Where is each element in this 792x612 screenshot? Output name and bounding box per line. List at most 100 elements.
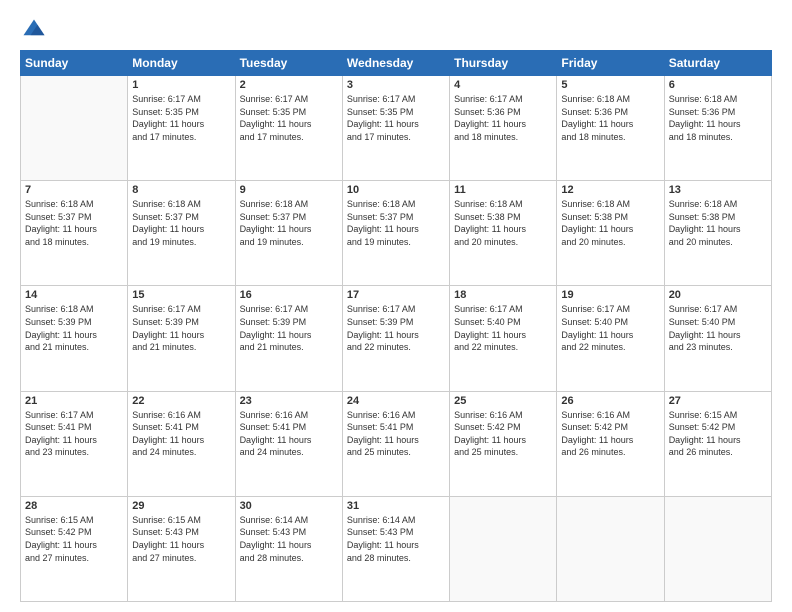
day-number: 21 [25, 395, 123, 407]
page: SundayMondayTuesdayWednesdayThursdayFrid… [0, 0, 792, 612]
calendar-week-row: 28 Sunrise: 6:15 AM Sunset: 5:42 PM Dayli… [21, 496, 772, 601]
day-number: 10 [347, 184, 445, 196]
day-number: 23 [240, 395, 338, 407]
calendar-cell: 19 Sunrise: 6:17 AM Sunset: 5:40 PM Dayli… [557, 286, 664, 391]
calendar-week-row: 1 Sunrise: 6:17 AM Sunset: 5:35 PM Daylig… [21, 76, 772, 181]
day-info: Sunrise: 6:17 AM Sunset: 5:35 PM Dayligh… [347, 93, 445, 143]
calendar-cell: 4Sunrise: 6:17 AM Sunset: 5:36 PM Daylig… [450, 76, 557, 181]
calendar-week-row: 7 Sunrise: 6:18 AM Sunset: 5:37 PM Daylig… [21, 181, 772, 286]
calendar-cell: 3 Sunrise: 6:17 AM Sunset: 5:35 PM Daylig… [342, 76, 449, 181]
calendar-cell: 14Sunrise: 6:18 AM Sunset: 5:39 PM Dayli… [21, 286, 128, 391]
weekday-header-thursday: Thursday [450, 51, 557, 76]
calendar-week-row: 21 Sunrise: 6:17 AM Sunset: 5:41 PM Dayli… [21, 391, 772, 496]
day-number: 25 [454, 395, 552, 407]
day-info: Sunrise: 6:16 AM Sunset: 5:42 PM Dayligh… [454, 409, 552, 459]
calendar-cell: 20 Sunrise: 6:17 AM Sunset: 5:40 PM Dayli… [664, 286, 771, 391]
logo-icon [20, 16, 48, 44]
logo [20, 16, 52, 44]
calendar-cell [557, 496, 664, 601]
day-number: 3 [347, 79, 445, 91]
day-number: 8 [132, 184, 230, 196]
day-info: Sunrise: 6:17 AM Sunset: 5:39 PM Dayligh… [132, 303, 230, 353]
day-number: 9 [240, 184, 338, 196]
calendar-cell [664, 496, 771, 601]
day-number: 6 [669, 79, 767, 91]
day-info: Sunrise: 6:18 AM Sunset: 5:39 PM Dayligh… [25, 303, 123, 353]
calendar-cell: 18 Sunrise: 6:17 AM Sunset: 5:40 PM Dayli… [450, 286, 557, 391]
weekday-header-saturday: Saturday [664, 51, 771, 76]
calendar-cell: 24Sunrise: 6:16 AM Sunset: 5:41 PM Dayli… [342, 391, 449, 496]
day-number: 13 [669, 184, 767, 196]
calendar-cell: 10 Sunrise: 6:18 AM Sunset: 5:37 PM Dayli… [342, 181, 449, 286]
day-info: Sunrise: 6:18 AM Sunset: 5:36 PM Dayligh… [669, 93, 767, 143]
day-number: 16 [240, 289, 338, 301]
day-info: Sunrise: 6:15 AM Sunset: 5:42 PM Dayligh… [669, 409, 767, 459]
calendar-cell: 23 Sunrise: 6:16 AM Sunset: 5:41 PM Dayli… [235, 391, 342, 496]
day-info: Sunrise: 6:17 AM Sunset: 5:39 PM Dayligh… [240, 303, 338, 353]
day-info: Sunrise: 6:18 AM Sunset: 5:37 PM Dayligh… [132, 198, 230, 248]
weekday-header-friday: Friday [557, 51, 664, 76]
weekday-header-tuesday: Tuesday [235, 51, 342, 76]
calendar-cell: 13 Sunrise: 6:18 AM Sunset: 5:38 PM Dayli… [664, 181, 771, 286]
calendar-cell: 6 Sunrise: 6:18 AM Sunset: 5:36 PM Daylig… [664, 76, 771, 181]
calendar-cell: 7Sunrise: 6:18 AM Sunset: 5:37 PM Daylig… [21, 181, 128, 286]
day-info: Sunrise: 6:17 AM Sunset: 5:35 PM Dayligh… [240, 93, 338, 143]
day-info: Sunrise: 6:18 AM Sunset: 5:37 PM Dayligh… [347, 198, 445, 248]
weekday-header-wednesday: Wednesday [342, 51, 449, 76]
day-info: Sunrise: 6:16 AM Sunset: 5:42 PM Dayligh… [561, 409, 659, 459]
day-number: 1 [132, 79, 230, 91]
day-info: Sunrise: 6:17 AM Sunset: 5:39 PM Dayligh… [347, 303, 445, 353]
day-info: Sunrise: 6:18 AM Sunset: 5:37 PM Dayligh… [240, 198, 338, 248]
weekday-header-sunday: Sunday [21, 51, 128, 76]
day-number: 12 [561, 184, 659, 196]
day-info: Sunrise: 6:17 AM Sunset: 5:40 PM Dayligh… [669, 303, 767, 353]
calendar-cell: 30Sunrise: 6:14 AM Sunset: 5:43 PM Dayli… [235, 496, 342, 601]
day-info: Sunrise: 6:16 AM Sunset: 5:41 PM Dayligh… [240, 409, 338, 459]
day-number: 28 [25, 500, 123, 512]
day-number: 27 [669, 395, 767, 407]
calendar-cell: 21 Sunrise: 6:17 AM Sunset: 5:41 PM Dayli… [21, 391, 128, 496]
calendar-cell: 1Sunrise: 6:17 AM Sunset: 5:35 PM Daylig… [128, 76, 235, 181]
day-number: 15 [132, 289, 230, 301]
day-info: Sunrise: 6:17 AM Sunset: 5:40 PM Dayligh… [561, 303, 659, 353]
day-info: Sunrise: 6:14 AM Sunset: 5:43 PM Dayligh… [347, 514, 445, 564]
calendar-cell: 11 Sunrise: 6:18 AM Sunset: 5:38 PM Dayli… [450, 181, 557, 286]
day-info: Sunrise: 6:17 AM Sunset: 5:40 PM Dayligh… [454, 303, 552, 353]
calendar-cell: 15 Sunrise: 6:17 AM Sunset: 5:39 PM Dayli… [128, 286, 235, 391]
calendar-cell: 26 Sunrise: 6:16 AM Sunset: 5:42 PM Dayli… [557, 391, 664, 496]
calendar-table: SundayMondayTuesdayWednesdayThursdayFrid… [20, 50, 772, 602]
day-number: 11 [454, 184, 552, 196]
calendar-cell: 27 Sunrise: 6:15 AM Sunset: 5:42 PM Dayli… [664, 391, 771, 496]
header [20, 16, 772, 44]
day-info: Sunrise: 6:15 AM Sunset: 5:42 PM Dayligh… [25, 514, 123, 564]
calendar-cell: 25 Sunrise: 6:16 AM Sunset: 5:42 PM Dayli… [450, 391, 557, 496]
calendar-cell [450, 496, 557, 601]
day-number: 7 [25, 184, 123, 196]
day-number: 31 [347, 500, 445, 512]
day-info: Sunrise: 6:17 AM Sunset: 5:41 PM Dayligh… [25, 409, 123, 459]
day-info: Sunrise: 6:18 AM Sunset: 5:38 PM Dayligh… [669, 198, 767, 248]
day-number: 20 [669, 289, 767, 301]
weekday-header-monday: Monday [128, 51, 235, 76]
calendar-cell: 12 Sunrise: 6:18 AM Sunset: 5:38 PM Dayli… [557, 181, 664, 286]
day-number: 17 [347, 289, 445, 301]
day-number: 19 [561, 289, 659, 301]
day-number: 22 [132, 395, 230, 407]
calendar-cell: 29Sunrise: 6:15 AM Sunset: 5:43 PM Dayli… [128, 496, 235, 601]
calendar-cell: 17 Sunrise: 6:17 AM Sunset: 5:39 PM Dayli… [342, 286, 449, 391]
calendar-cell: 31 Sunrise: 6:14 AM Sunset: 5:43 PM Dayli… [342, 496, 449, 601]
day-info: Sunrise: 6:18 AM Sunset: 5:38 PM Dayligh… [454, 198, 552, 248]
calendar-header-row: SundayMondayTuesdayWednesdayThursdayFrid… [21, 51, 772, 76]
calendar-cell: 5Sunrise: 6:18 AM Sunset: 5:36 PM Daylig… [557, 76, 664, 181]
day-number: 24 [347, 395, 445, 407]
day-number: 26 [561, 395, 659, 407]
calendar-week-row: 14Sunrise: 6:18 AM Sunset: 5:39 PM Dayli… [21, 286, 772, 391]
day-info: Sunrise: 6:18 AM Sunset: 5:38 PM Dayligh… [561, 198, 659, 248]
calendar-cell: 2Sunrise: 6:17 AM Sunset: 5:35 PM Daylig… [235, 76, 342, 181]
day-number: 18 [454, 289, 552, 301]
day-info: Sunrise: 6:14 AM Sunset: 5:43 PM Dayligh… [240, 514, 338, 564]
calendar-cell: 16 Sunrise: 6:17 AM Sunset: 5:39 PM Dayli… [235, 286, 342, 391]
calendar-cell: 9 Sunrise: 6:18 AM Sunset: 5:37 PM Daylig… [235, 181, 342, 286]
day-info: Sunrise: 6:18 AM Sunset: 5:36 PM Dayligh… [561, 93, 659, 143]
calendar-cell [21, 76, 128, 181]
